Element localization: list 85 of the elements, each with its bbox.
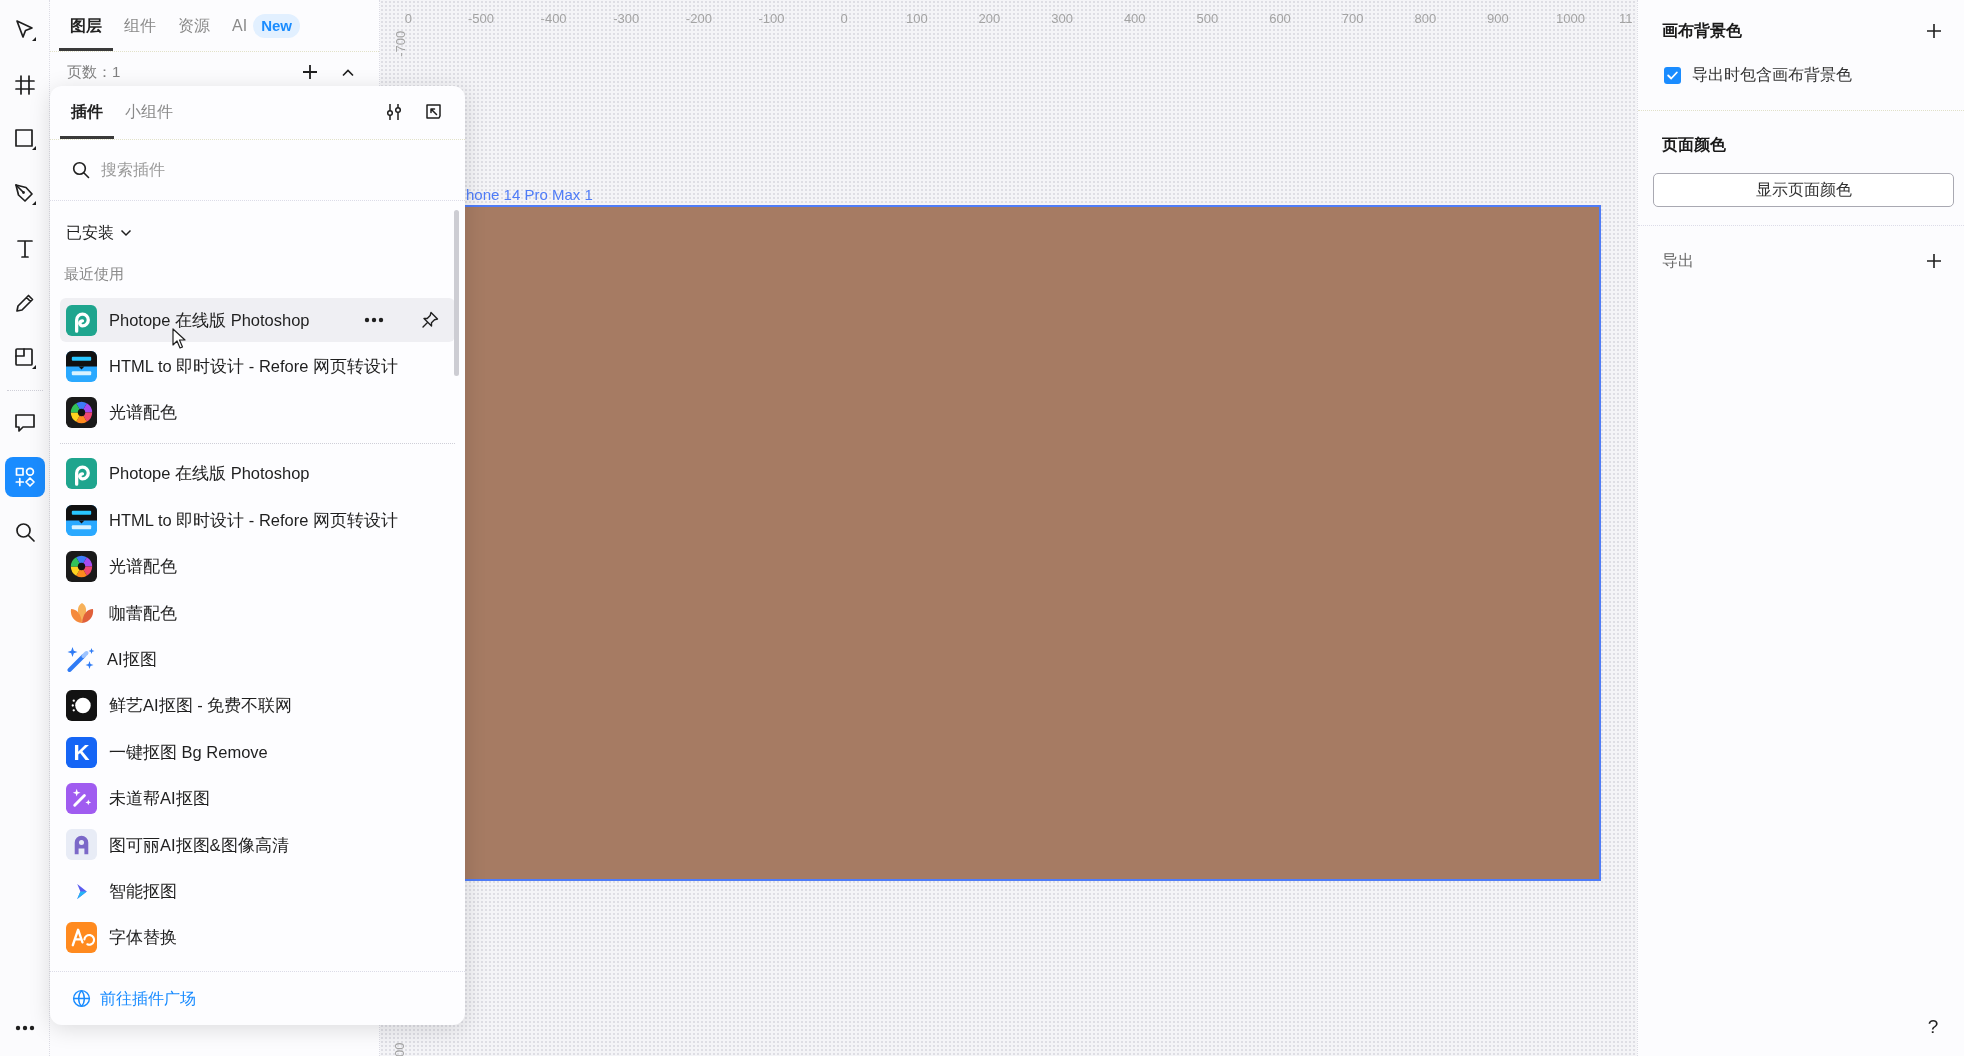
ruler-label: 800 — [1414, 10, 1437, 28]
check-icon — [1667, 70, 1678, 80]
new-badge: New — [253, 14, 300, 38]
plus-icon — [1925, 252, 1943, 270]
ruler-label: -100 — [758, 10, 785, 28]
ring-logo-icon — [66, 690, 97, 722]
hash-icon — [12, 72, 37, 97]
more-icon — [14, 1025, 35, 1031]
section-title: 画布背景色 — [1662, 21, 1742, 41]
plugin-list-item[interactable]: 鲜艺AI抠图 - 免费不联网 — [60, 683, 455, 728]
mouse-cursor-icon — [172, 328, 188, 350]
letter-logo-icon: K — [66, 736, 97, 768]
spiral-logo-icon — [66, 458, 97, 490]
plugin-list-item[interactable]: 智能抠图 — [60, 869, 455, 914]
ruler-label: 100 — [905, 10, 928, 28]
ruler-label: -400 — [540, 10, 567, 28]
checkbox-label: 导出时包含画布背景色 — [1692, 65, 1852, 85]
layout-icon — [12, 346, 37, 371]
ruler-label: 900 — [1487, 10, 1509, 28]
ruler-label: 0 — [840, 10, 848, 28]
ruler-label: 600 — [1269, 10, 1291, 28]
ruler-label: -200 — [685, 10, 712, 28]
plugin-list-item[interactable]: 图可丽AI抠图&图像高清 — [60, 822, 455, 867]
arrow-logo-icon — [75, 882, 88, 900]
plugin-list-item[interactable]: Photope 在线版 Photoshop — [60, 451, 455, 496]
pen-nib-icon — [12, 182, 37, 207]
plugin-list-item[interactable]: 咖蕾配色 — [60, 590, 455, 635]
plugin-list-item[interactable]: K 一键抠图 Bg Remove — [60, 730, 455, 775]
ruler-label: 400 — [1123, 10, 1146, 28]
tab[interactable]: 插件 — [60, 85, 114, 139]
more-icon — [364, 317, 384, 323]
scrollbar[interactable] — [454, 210, 459, 376]
color-wheel-icon — [66, 397, 97, 429]
spiral-logo-icon — [66, 304, 97, 336]
chevron-down-icon — [120, 229, 132, 237]
ruler-label: 300 — [1051, 10, 1073, 28]
globe-icon — [72, 989, 91, 1008]
petals-icon — [69, 602, 94, 624]
ruler-label: 1000 — [1556, 10, 1586, 28]
ruler-label: 11 — [1618, 10, 1633, 28]
color-wheel-icon — [66, 551, 97, 583]
ruler-label: -500 — [467, 10, 494, 28]
chevron-up-icon — [341, 67, 355, 77]
tab[interactable]: 组件 — [113, 1, 167, 51]
group-title: 最近使用 — [63, 263, 124, 284]
plugin-list-item[interactable]: HTML to 即时设计 - Refore 网页转设计 — [60, 498, 455, 543]
plugin-list-item[interactable]: 光谱配色 — [60, 390, 455, 435]
installed-filter-dropdown[interactable]: 已安装 — [60, 218, 132, 248]
square-icon — [12, 127, 37, 152]
sliders-icon — [385, 103, 403, 121]
ruler-label: 500 — [1196, 10, 1219, 28]
checkbox[interactable] — [1664, 66, 1681, 84]
pin-icon — [421, 311, 439, 329]
font-swap-icon — [66, 922, 97, 954]
section-title: 页面颜色 — [1662, 135, 1726, 155]
plugin-list-item[interactable]: AI抠图 — [60, 637, 455, 682]
plus-icon — [1925, 22, 1943, 40]
ruler-label: -700 — [392, 30, 410, 57]
page-count-label: 页数：1 — [67, 61, 121, 82]
wand-tile-icon — [66, 783, 97, 814]
search-input[interactable]: 搜索插件 — [101, 152, 443, 188]
plugin-list-item[interactable]: 未道帮AI抠图 — [60, 776, 455, 821]
magic-wand-icon — [66, 646, 95, 673]
ruler-label: 700 — [1341, 10, 1364, 28]
section-title: 导出 — [1662, 251, 1694, 271]
tab[interactable]: 资源 — [167, 1, 221, 51]
banner-logo-icon — [66, 350, 97, 382]
plugins-tool-button[interactable] — [4, 457, 45, 498]
tab[interactable]: 小组件 — [114, 85, 184, 139]
tab[interactable]: 图层 — [59, 1, 113, 51]
ruler-label: 00 — [391, 1042, 409, 1056]
search-icon — [72, 161, 90, 179]
ruler-label: 200 — [978, 10, 1001, 28]
plugin-list-item[interactable]: Photope 在线版 Photoshop — [60, 298, 455, 342]
arrow-box-icon — [424, 103, 442, 121]
show-page-color-button[interactable]: 显示页面颜色 — [1653, 173, 1954, 207]
banner-logo-icon — [66, 504, 97, 536]
arch-logo-icon — [66, 829, 97, 861]
ruler-label: -300 — [613, 10, 640, 28]
plus-icon — [301, 63, 319, 81]
plugin-list-item[interactable]: 字体替换 — [60, 915, 455, 960]
help-button[interactable]: ? — [1921, 1015, 1945, 1039]
plugin-list-item[interactable]: 光谱配色 — [60, 544, 455, 589]
ruler-label: 0 — [404, 10, 412, 28]
plugin-list-item[interactable]: HTML to 即时设计 - Refore 网页转设计 — [60, 344, 455, 389]
